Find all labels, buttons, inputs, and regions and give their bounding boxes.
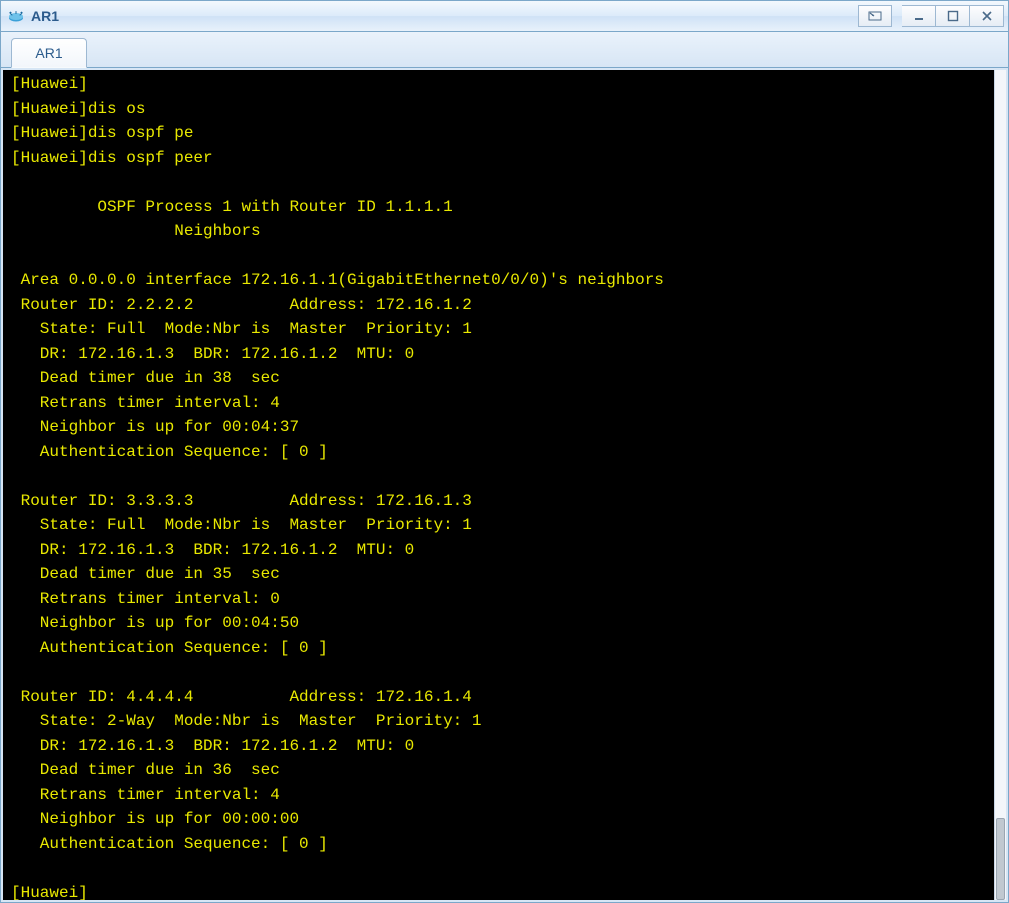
titlebar: AR1 [0,0,1009,32]
tab-ar1[interactable]: AR1 [11,38,87,68]
router-icon [7,7,25,25]
terminal-wrapper: [Huawei] [Huawei]dis os [Huawei]dis ospf… [0,68,1009,903]
scrollbar-track[interactable] [995,70,1006,900]
scrollbar[interactable] [994,70,1006,900]
options-button[interactable] [858,5,892,27]
minimize-button[interactable] [902,5,936,27]
terminal[interactable]: [Huawei] [Huawei]dis os [Huawei]dis ospf… [3,70,994,900]
maximize-button[interactable] [936,5,970,27]
window-controls [858,5,1004,27]
close-button[interactable] [970,5,1004,27]
tabstrip: AR1 [0,32,1009,68]
scrollbar-thumb[interactable] [996,818,1005,900]
window-title: AR1 [31,8,858,24]
tab-label: AR1 [35,45,62,61]
